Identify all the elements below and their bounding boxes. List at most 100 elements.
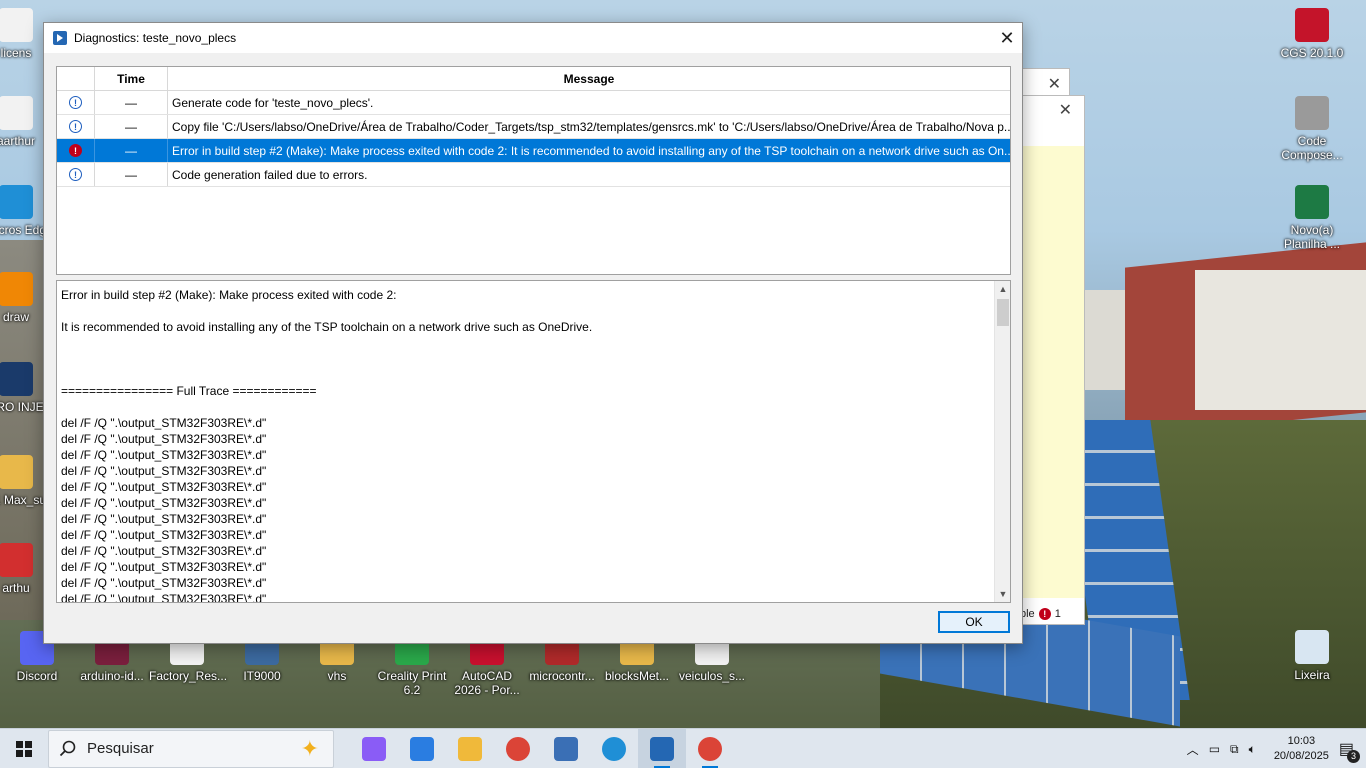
desktop-shortcut-label: Code Compose... <box>1281 134 1343 162</box>
info-icon: ! <box>69 168 82 181</box>
taskbar-app-button[interactable] <box>590 729 638 768</box>
desktop-shortcut[interactable]: Code Compose... <box>1274 96 1350 162</box>
cube-icon <box>1295 8 1329 42</box>
taskbar-app-button[interactable] <box>446 729 494 768</box>
dialog-titlebar[interactable]: Diagnostics: teste_novo_plecs ✕ <box>44 23 1022 53</box>
scroll-thumb[interactable] <box>997 299 1009 326</box>
row-icon-cell: ! <box>57 139 95 162</box>
row-icon-cell: ! <box>57 115 95 138</box>
error-icon: ! <box>1038 608 1051 620</box>
search-icon <box>59 740 76 756</box>
table-row[interactable]: ! — Error in build step #2 (Make): Make pr… <box>57 139 1010 163</box>
detail-line <box>61 351 992 367</box>
detail-line: del /F /Q ".\output_STM32F303RE\*.d" <box>61 544 267 558</box>
cube-icon <box>1295 96 1329 130</box>
file-icon <box>0 8 33 42</box>
pdf-icon <box>0 543 33 577</box>
desktop-shortcut-label: microcontr... <box>529 669 595 683</box>
table-row[interactable]: ! — Code generation failed due to errors. <box>57 163 1010 187</box>
desktop-shortcut-label: blocksMet... <box>604 669 670 683</box>
desktop-shortcut[interactable]: Lixeira <box>1274 630 1350 682</box>
scroll-down-icon[interactable]: ▼ <box>995 586 1010 602</box>
chrome-icon <box>698 736 722 761</box>
detail-line: del /F /Q ".\output_STM32F303RE\*.d" <box>61 464 267 478</box>
detail-line <box>61 335 992 351</box>
row-icon-cell: ! <box>57 163 95 186</box>
taskbar-app-button[interactable] <box>638 728 686 768</box>
folder-icon <box>0 455 33 489</box>
close-icon[interactable]: ✕ <box>1048 74 1061 94</box>
table-row[interactable]: ! — Generate code for 'teste_novo_plecs'. <box>57 91 1010 115</box>
detail-line <box>61 367 992 383</box>
column-header-icon[interactable] <box>57 67 95 90</box>
desktop-shortcut-label: Factory_Res... <box>149 669 228 683</box>
row-message: Code generation failed due to errors. <box>172 167 368 182</box>
desktop-shortcut-label: vhs <box>327 669 347 683</box>
desktop-shortcut[interactable]: Novo(a) Planilha ... <box>1274 185 1350 251</box>
taskbar: Pesquisar ✦ ︿ ▭ ⧉ 🔈︎ 10:03 20/08/2025 ▤ 3 <box>0 728 1366 768</box>
wallpaper-building <box>1195 270 1366 410</box>
error-icon: ! <box>69 144 82 157</box>
copilot-icon <box>362 736 386 761</box>
volume-icon[interactable]: 🔈︎ <box>1249 742 1256 757</box>
desktop-shortcut-label: arduino-id... <box>80 669 144 683</box>
excel-icon <box>1295 185 1329 219</box>
desktop-shortcut-label: AutoCAD 2026 - Por... <box>454 669 520 697</box>
row-time: — <box>95 139 168 162</box>
row-icon-cell: ! <box>57 91 95 114</box>
detail-line: del /F /Q ".\output_STM32F303RE\*.d" <box>61 480 267 494</box>
column-header-message[interactable]: Message <box>168 67 1010 90</box>
notifications-icon[interactable]: ▤ 3 <box>1339 739 1360 763</box>
start-button[interactable] <box>0 729 48 768</box>
search-placeholder: Pesquisar <box>87 740 154 757</box>
close-button[interactable]: ✕ <box>992 23 1022 53</box>
detail-line: del /F /Q ".\output_STM32F303RE\*.d" <box>61 416 267 430</box>
detail-text: Error in build step #2 (Make): Make proc… <box>61 287 992 602</box>
dialog-title: Diagnostics: teste_novo_plecs <box>74 31 237 45</box>
row-time: — <box>95 91 168 114</box>
desktop-shortcut-label: IT9000 <box>243 669 281 683</box>
background-window[interactable]: ✕ <box>1015 68 1070 98</box>
file-icon <box>0 96 33 130</box>
desktop-shortcut-label: Lixeira <box>1294 668 1330 682</box>
detail-line: Error in build step #2 (Make): Make proc… <box>61 288 397 302</box>
network-icon[interactable]: ⧉ <box>1230 742 1239 757</box>
edge-icon <box>0 185 33 219</box>
detail-line: del /F /Q ".\output_STM32F303RE\*.d" <box>61 496 267 510</box>
desktop-shortcut[interactable]: CGS 20.1.0 <box>1274 8 1350 60</box>
row-message: Copy file 'C:/Users/labso/OneDrive/Área … <box>172 119 1010 134</box>
diagnostics-table: Time Message ! — Generate code for 'teste_… <box>56 66 1011 275</box>
drawio-icon <box>0 272 33 306</box>
recycle-bin-icon <box>1295 630 1329 664</box>
desktop-shortcut-label: Discord <box>16 669 58 683</box>
taskbar-app-button[interactable] <box>542 729 590 768</box>
detail-line <box>61 303 992 319</box>
taskbar-app-button[interactable] <box>398 729 446 768</box>
chevron-up-icon[interactable]: ︿ <box>1187 741 1199 758</box>
taskbar-app-button[interactable] <box>686 729 734 768</box>
system-tray: ︿ ▭ ⧉ 🔈︎ 10:03 20/08/2025 ▤ 3 <box>1187 729 1366 768</box>
vertical-scrollbar[interactable]: ▲ ▼ <box>994 281 1010 602</box>
windows-logo-icon <box>16 740 32 757</box>
table-row[interactable]: ! — Copy file 'C:/Users/labso/OneDrive/Áre… <box>57 115 1010 139</box>
column-header-time[interactable]: Time <box>95 67 168 90</box>
clock[interactable]: 10:03 20/08/2025 <box>1274 734 1329 764</box>
taskbar-app-button[interactable] <box>350 729 398 768</box>
store-icon <box>410 736 434 761</box>
desktop-shortcut-label: Novo(a) Planilha ... <box>1283 223 1341 251</box>
battery-icon[interactable]: ▭ <box>1209 742 1220 756</box>
row-message: Error in build step #2 (Make): Make proc… <box>172 143 1010 158</box>
detail-line: del /F /Q ".\output_STM32F303RE\*.d" <box>61 432 267 446</box>
detail-line <box>61 399 992 415</box>
background-window[interactable]: ✕ ble ! 1 <box>1015 95 1085 625</box>
scroll-up-icon[interactable]: ▲ <box>995 281 1010 297</box>
detail-line: del /F /Q ".\output_STM32F303RE\*.d" <box>61 448 267 462</box>
table-header: Time Message <box>57 67 1010 91</box>
message-detail-pane[interactable]: Error in build step #2 (Make): Make proc… <box>56 280 1011 603</box>
taskbar-search[interactable]: Pesquisar ✦ <box>48 729 334 768</box>
detail-line: del /F /Q ".\output_STM32F303RE\*.d" <box>61 560 267 574</box>
row-time: — <box>95 115 168 138</box>
ok-button[interactable]: OK <box>938 611 1010 633</box>
close-icon[interactable]: ✕ <box>1059 100 1072 120</box>
taskbar-app-button[interactable] <box>494 729 542 768</box>
